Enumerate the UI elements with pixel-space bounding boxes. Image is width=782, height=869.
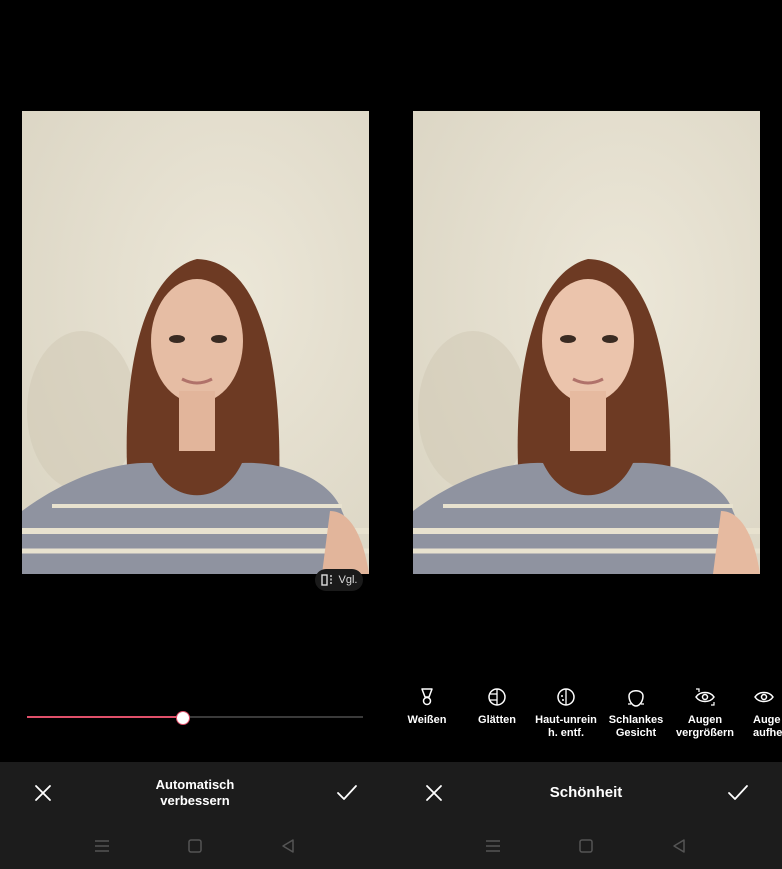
slider-fill — [27, 716, 182, 718]
photo-preview — [413, 111, 760, 574]
left-editor-screen: Vgl. Automatisch verbessern — [0, 0, 391, 869]
right-action-bar: Schönheit — [391, 762, 782, 822]
compare-icon — [320, 574, 332, 586]
smooth-icon — [488, 688, 506, 706]
left-action-bar: Automatisch verbessern — [0, 762, 391, 822]
tool-enlarge-eyes[interactable]: Augen vergrößern — [671, 686, 739, 740]
lightbulb-icon — [421, 688, 433, 706]
back-icon[interactable] — [670, 837, 688, 855]
eye-brighten-icon — [754, 691, 774, 703]
right-system-navbar — [391, 822, 782, 869]
menu-icon[interactable] — [484, 837, 502, 855]
tool-blemish[interactable]: Haut-unrein h. entf. — [532, 686, 600, 740]
compare-label: Vgl. — [338, 574, 358, 586]
eye-enlarge-icon — [695, 688, 715, 706]
photo-preview — [22, 111, 369, 574]
left-title: Automatisch verbessern — [155, 777, 235, 808]
close-icon[interactable] — [423, 782, 445, 804]
tool-brighten-eyes[interactable]: Auge aufhel — [741, 686, 782, 740]
tool-smooth[interactable]: Glätten — [463, 686, 531, 727]
tool-label: Schlankes Gesicht — [608, 714, 664, 739]
compare-button[interactable]: Vgl. — [315, 569, 363, 591]
face-slim-icon — [628, 690, 644, 707]
menu-icon[interactable] — [93, 837, 111, 855]
tool-whiten[interactable]: Weißen — [393, 686, 461, 727]
beauty-tools-row: Weißen Glätten Haut-unrein h. entf. Schl… — [391, 686, 782, 746]
back-icon[interactable] — [279, 837, 297, 855]
home-icon[interactable] — [186, 837, 204, 855]
tool-label: Weißen — [407, 714, 447, 726]
intensity-slider[interactable] — [27, 706, 363, 728]
blemish-icon — [557, 688, 575, 706]
tool-label: Auge aufhel — [753, 714, 782, 739]
left-system-navbar — [0, 822, 391, 869]
right-title: Schönheit — [549, 784, 623, 801]
tool-label: Augen vergrößern — [675, 714, 735, 739]
home-icon[interactable] — [577, 837, 595, 855]
tool-slim-face[interactable]: Schlankes Gesicht — [602, 686, 670, 740]
slider-knob[interactable] — [175, 711, 190, 725]
tool-label: Glätten — [478, 714, 516, 726]
close-icon[interactable] — [32, 782, 54, 804]
right-editor-screen: Weißen Glätten Haut-unrein h. entf. Schl… — [391, 0, 782, 869]
tool-label: Haut-unrein h. entf. — [535, 714, 597, 739]
check-icon[interactable] — [726, 782, 750, 804]
check-icon[interactable] — [335, 782, 359, 804]
